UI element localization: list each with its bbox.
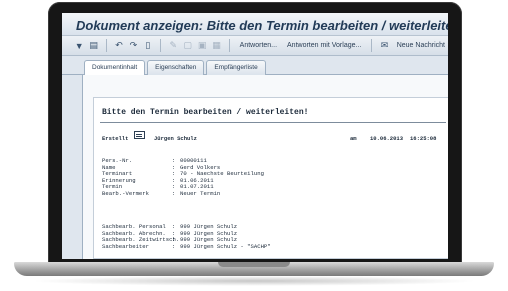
print-icon[interactable]: ▤ <box>88 40 98 51</box>
reply-icon[interactable]: ↶ <box>114 40 124 51</box>
toolbar-separator <box>371 39 373 52</box>
copy-icon[interactable]: ▢ <box>182 40 192 51</box>
attachment-icon[interactable]: ▦ <box>211 40 221 51</box>
field-list: Pers.-Nr.:00000111 Name: Gerd Volkers Ter… <box>102 157 264 198</box>
list-item: Sachbearbeiter:999 Jürgen Schulz - "SACH… <box>102 242 271 251</box>
tab-dokumentinhalt[interactable]: Dokumentinhalt <box>84 60 146 76</box>
reply-button[interactable]: Antworten... <box>237 42 280 49</box>
field-label: Bearb.-Vermerk <box>102 189 149 197</box>
laptop-shadow <box>30 276 478 286</box>
new-message-icon: ✉ <box>380 40 389 50</box>
toolbar-separator <box>228 39 230 52</box>
laptop-notch <box>218 262 290 267</box>
edit-icon[interactable]: ✎ <box>168 40 178 51</box>
heading-divider <box>100 122 446 123</box>
tab-strip: Dokumentinhalt Eigenschaften Empfängerli… <box>62 56 448 76</box>
created-by: Jürgen Schulz <box>154 135 197 142</box>
list-item: Bearb.-Vermerk: Neuer Termin <box>102 189 264 198</box>
tab-empfaengerliste[interactable]: Empfängerliste <box>206 60 266 75</box>
created-date: 10.06.2013 <box>370 135 404 142</box>
forward-icon[interactable]: ↷ <box>128 40 138 51</box>
toolbar: ▼ ▤ ↶ ↷ ▯ ✎ ▢ ▣ ▦ Antworten... Antworten… <box>62 36 448 56</box>
created-label: Erstellt <box>102 135 129 142</box>
delete-icon[interactable]: ▯ <box>143 40 153 51</box>
tab-eigenschaften[interactable]: Eigenschaften <box>147 60 205 75</box>
field-value: 999 Jürgen Schulz - "SACHP" <box>180 242 271 250</box>
field-value: Neuer Termin <box>180 189 221 197</box>
field-colon: : <box>172 189 176 197</box>
note-icon[interactable] <box>134 131 145 139</box>
field-label: Sachbearbeiter <box>102 242 149 250</box>
processor-list: Sachbearb. Personal:999 Jürgen Schulz Sa… <box>102 223 271 251</box>
toolbar-separator <box>105 39 107 52</box>
tab-content-area: Bitte den Termin bearbeiten / weiterleit… <box>82 75 448 259</box>
created-time: 16:25:08 <box>410 135 437 142</box>
new-message-button[interactable]: Neue Nachricht <box>394 42 448 49</box>
date-prefix: am <box>350 135 357 142</box>
document-icon[interactable]: ▣ <box>197 40 207 51</box>
reply-with-template-button[interactable]: Antworten mit Vorlage... <box>284 42 364 49</box>
field-colon: : <box>172 242 176 250</box>
filter-icon[interactable]: ▼ <box>74 41 84 51</box>
laptop-screen: Dokument anzeigen: Bitte den Termin bear… <box>62 13 448 259</box>
document-heading: Bitte den Termin bearbeiten / weiterleit… <box>102 108 309 117</box>
window-title: Dokument anzeigen: Bitte den Termin bear… <box>62 13 448 36</box>
toolbar-separator <box>160 39 162 52</box>
document-body: Bitte den Termin bearbeiten / weiterleit… <box>93 97 448 259</box>
